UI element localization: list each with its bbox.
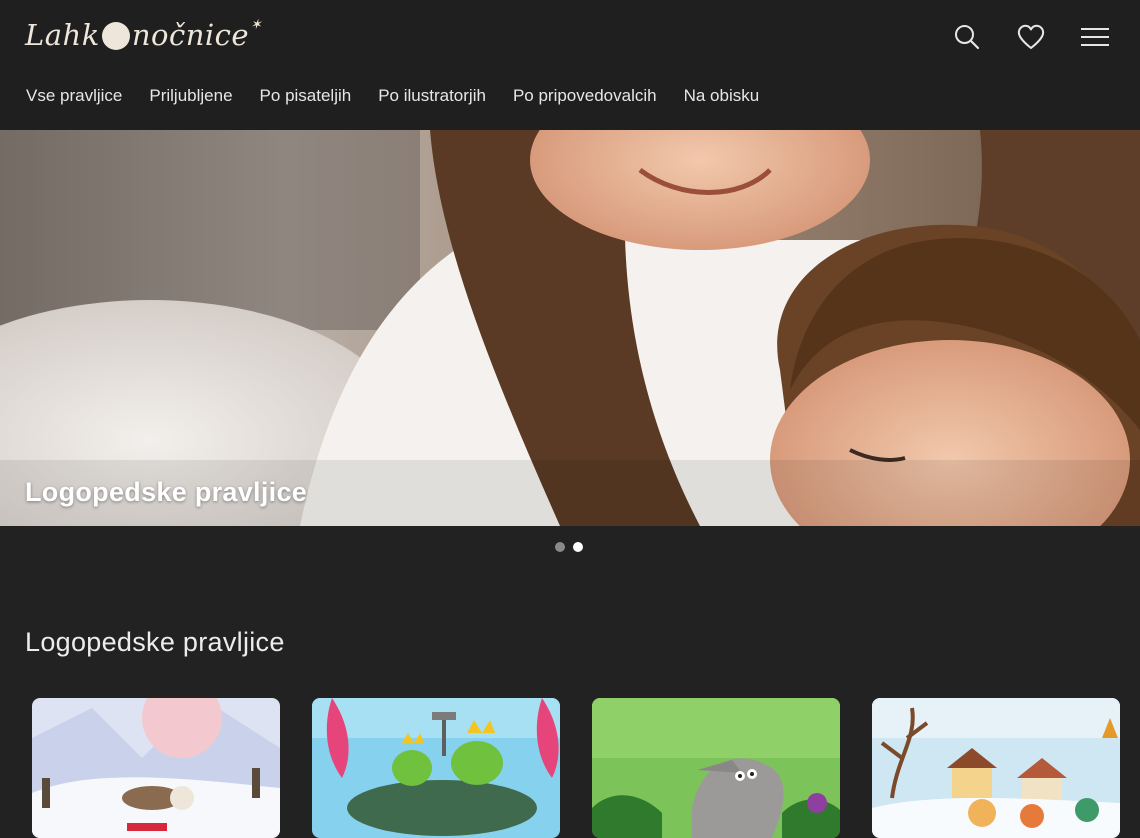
story-card-frogs[interactable] bbox=[312, 698, 560, 838]
section-title: Logopedske pravljice bbox=[25, 627, 285, 657]
header-actions bbox=[952, 22, 1110, 52]
star-icon: ✶ bbox=[250, 17, 263, 33]
story-card-bunny[interactable] bbox=[32, 698, 280, 838]
hero-banner[interactable]: Logopedske pravljice bbox=[0, 130, 1140, 526]
nav-item-po-pripovedovalcih[interactable]: Po pripovedovalcih bbox=[513, 86, 657, 106]
logo-text-right: nočnice bbox=[131, 18, 250, 52]
nav-item-vse-pravljice[interactable]: Vse pravljice bbox=[26, 86, 122, 106]
nav-item-na-obisku[interactable]: Na obisku bbox=[684, 86, 760, 106]
menu-icon[interactable] bbox=[1080, 22, 1110, 52]
story-cards bbox=[32, 698, 1120, 838]
story-card-winter-village[interactable] bbox=[872, 698, 1120, 838]
carousel-dot-1[interactable] bbox=[555, 542, 565, 552]
logo-text-left: Lahk bbox=[25, 18, 100, 52]
nav-item-po-ilustratorjih[interactable]: Po ilustratorjih bbox=[378, 86, 486, 106]
nav-item-po-pisateljih[interactable]: Po pisateljih bbox=[260, 86, 352, 106]
search-icon[interactable] bbox=[952, 22, 982, 52]
story-card-mole[interactable] bbox=[592, 698, 840, 838]
nav-item-priljubljene[interactable]: Priljubljene bbox=[149, 86, 232, 106]
carousel-dots bbox=[555, 542, 583, 552]
hero-photo bbox=[0, 130, 1140, 526]
moon-icon bbox=[101, 22, 130, 50]
heart-icon[interactable] bbox=[1016, 22, 1046, 52]
main-nav: Vse pravljice Priljubljene Po pisateljih… bbox=[26, 86, 786, 106]
site-logo[interactable]: Lahk nočnice ✶ bbox=[25, 17, 263, 52]
top-bar: Lahk nočnice ✶ Vse pravljice Priljubljen… bbox=[0, 0, 1140, 130]
carousel-dot-2[interactable] bbox=[573, 542, 583, 552]
hero-title[interactable]: Logopedske pravljice bbox=[25, 477, 307, 508]
